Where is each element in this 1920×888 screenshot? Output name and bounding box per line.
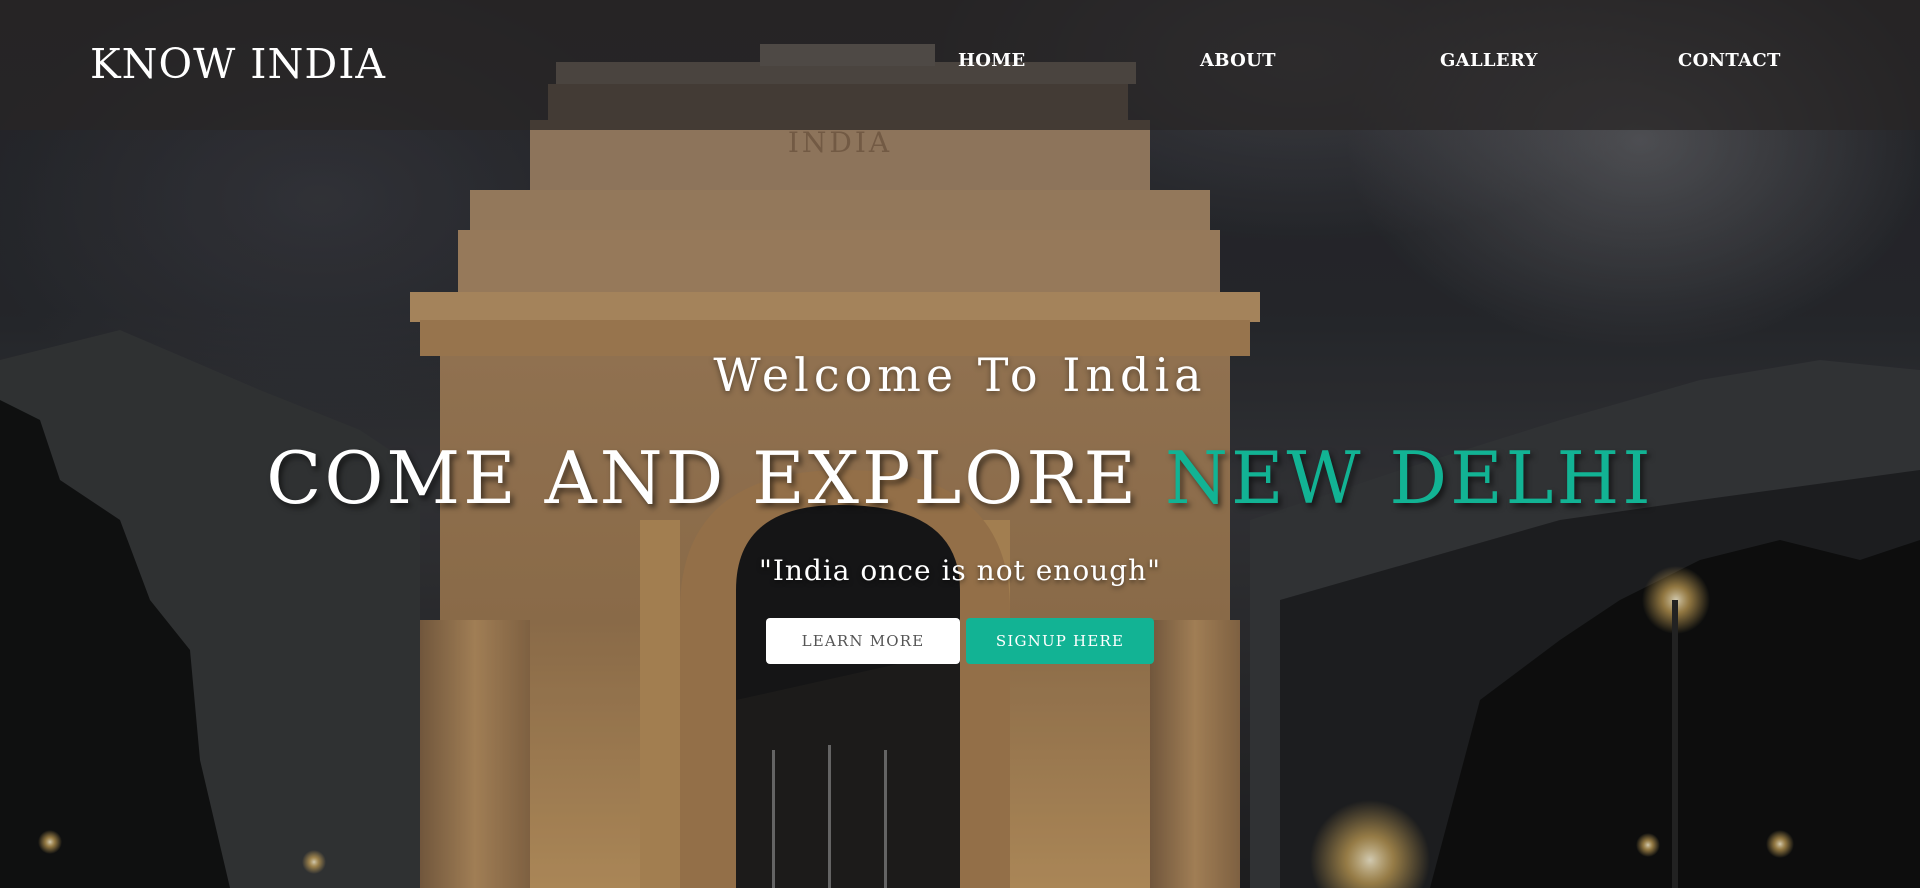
nav-menu: HOME ABOUT GALLERY CONTACT [0,50,1920,80]
hero-headline-main: COME AND EXPLORE [266,436,1165,520]
hero-quote: "India once is not enough" [758,554,1162,587]
nav-link-gallery[interactable]: GALLERY [1440,50,1538,71]
nav-link-contact[interactable]: CONTACT [1678,50,1781,71]
nav-link-home[interactable]: HOME [958,50,1026,71]
top-navbar: KNOW INDIA HOME ABOUT GALLERY CONTACT [0,0,1920,130]
hero-headline-highlight: NEW DELHI [1164,436,1654,520]
signup-button[interactable]: SIGNUP HERE [966,618,1154,664]
hero-welcome-text: Welcome To India [713,348,1207,402]
learn-more-button[interactable]: LEARN MORE [766,618,960,664]
hero-headline: COME AND EXPLORE NEW DELHI [0,436,1920,520]
nav-link-about[interactable]: ABOUT [1200,50,1276,71]
